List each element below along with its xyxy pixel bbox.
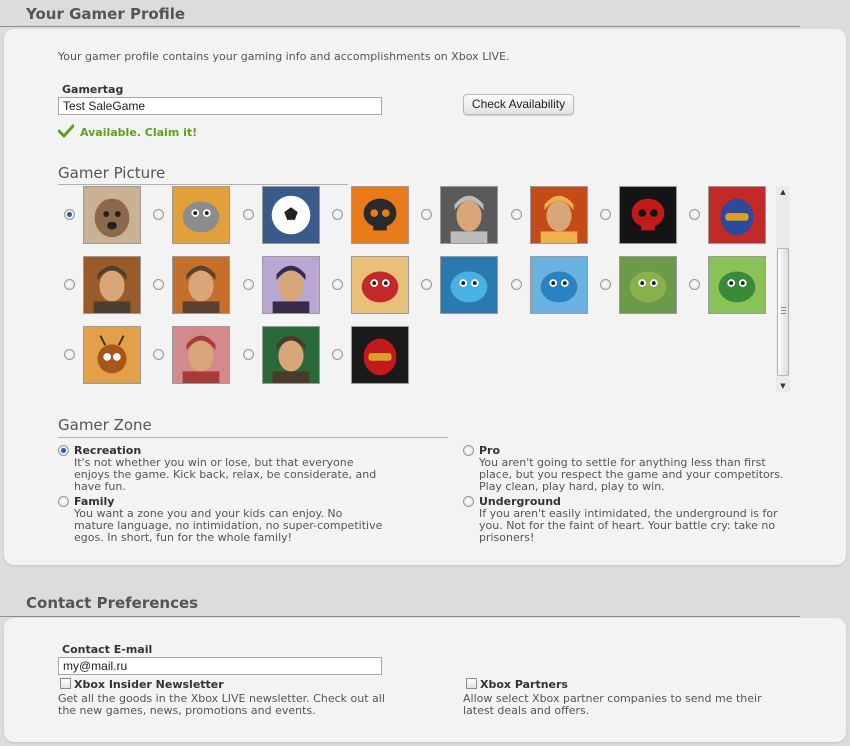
gamer-profile-title: Your Gamer Profile — [26, 5, 186, 23]
orange-robot-bug-avatar[interactable] — [83, 326, 141, 384]
red-dragon-avatar[interactable] — [350, 256, 409, 314]
gamer-picture-radio[interactable] — [331, 279, 343, 290]
zone-desc-underground: If you aren't easily intimidated, the un… — [479, 507, 778, 544]
zone-radio-pro[interactable] — [463, 445, 474, 456]
gamer-picture-radio[interactable] — [242, 209, 254, 220]
red-hair-woman-avatar[interactable] — [172, 326, 231, 384]
blue-slug-creature-avatar[interactable] — [529, 256, 588, 314]
picture-scrollbar[interactable]: ▲ ▼ — [776, 186, 790, 392]
soccer-ball-avatar[interactable] — [261, 186, 320, 244]
jungle-woman-avatar[interactable] — [261, 326, 320, 384]
checkmark-icon — [57, 124, 75, 138]
skull-emblem-avatar[interactable] — [350, 186, 409, 244]
gamer-picture-radio[interactable] — [242, 279, 254, 290]
newsletter-desc: Get all the goods in the Xbox LIVE newsl… — [58, 692, 385, 717]
newsletter-checkbox[interactable] — [60, 678, 71, 689]
zone-radio-family[interactable] — [58, 496, 69, 507]
contact-email-label: Contact E-mail — [62, 643, 153, 656]
gamer-picture-radio[interactable] — [242, 349, 254, 360]
green-fish-creature-avatar[interactable] — [708, 256, 767, 314]
red-skull-gears-avatar[interactable] — [618, 186, 677, 244]
gamer-picture-radio[interactable] — [331, 209, 343, 220]
profile-intro-text: Your gamer profile contains your gaming … — [58, 50, 510, 63]
gamer-picture-radio[interactable] — [510, 279, 522, 290]
soldier-portrait-avatar[interactable] — [172, 256, 231, 314]
zone-desc-family: You want a zone you and your kids can en… — [74, 507, 383, 544]
contact-preferences-rule — [0, 616, 800, 617]
dog-face-avatar[interactable] — [83, 186, 141, 244]
scroll-thumb[interactable] — [777, 248, 789, 376]
partners-title: Xbox Partners — [480, 678, 568, 691]
elf-girl-avatar[interactable] — [261, 256, 320, 314]
gamer-picture-radio[interactable] — [599, 209, 611, 220]
zone-radio-recreation[interactable] — [58, 445, 69, 456]
gamer-picture-rule — [58, 184, 348, 185]
gamer-picture-radio[interactable] — [64, 209, 75, 220]
grey-alien-mascot-avatar[interactable] — [172, 186, 231, 244]
spiky-hair-hero-avatar[interactable] — [529, 186, 588, 244]
scroll-up-arrow-icon[interactable]: ▲ — [776, 186, 790, 198]
check-availability-button[interactable]: Check Availability — [463, 94, 574, 115]
gamer-picture-radio[interactable] — [64, 279, 75, 290]
gamer-picture-radio[interactable] — [64, 349, 75, 360]
partners-checkbox[interactable] — [466, 678, 477, 689]
zone-radio-underground[interactable] — [463, 496, 474, 507]
gamer-picture-radio[interactable] — [599, 279, 611, 290]
racing-helmet-avatar[interactable] — [350, 326, 409, 384]
gamertag-label: Gamertag — [62, 83, 124, 96]
zone-desc-pro: You aren't going to settle for anything … — [479, 456, 784, 493]
newsletter-title: Xbox Insider Newsletter — [74, 678, 224, 691]
gamer-zone-title: Gamer Zone — [58, 416, 152, 434]
scroll-down-arrow-icon[interactable]: ▼ — [776, 380, 790, 392]
grip-icon — [781, 307, 786, 314]
gamertag-input[interactable]: Test SaleGame — [58, 97, 382, 115]
availability-status: Available. Claim it! — [80, 126, 198, 139]
green-goblin-avatar[interactable] — [618, 256, 677, 314]
blue-fish-monster-avatar[interactable] — [440, 256, 499, 314]
blue-spartan-helmet-avatar[interactable] — [708, 186, 767, 244]
contact-preferences-title: Contact Preferences — [26, 594, 199, 612]
armored-warrior-avatar[interactable] — [440, 186, 499, 244]
zone-desc-recreation: It's not whether you win or lose, but th… — [74, 456, 377, 493]
contact-email-input[interactable]: my@mail.ru — [58, 657, 382, 675]
gamer-picture-radio[interactable] — [331, 349, 343, 360]
gamer-picture-radio[interactable] — [510, 209, 522, 220]
gamer-profile-title-rule — [0, 26, 800, 27]
gamer-picture-title: Gamer Picture — [58, 164, 166, 182]
soldier-in-fire-avatar[interactable] — [83, 256, 141, 314]
gamer-zone-rule — [58, 437, 448, 438]
partners-desc: Allow select Xbox partner companies to s… — [463, 692, 762, 717]
